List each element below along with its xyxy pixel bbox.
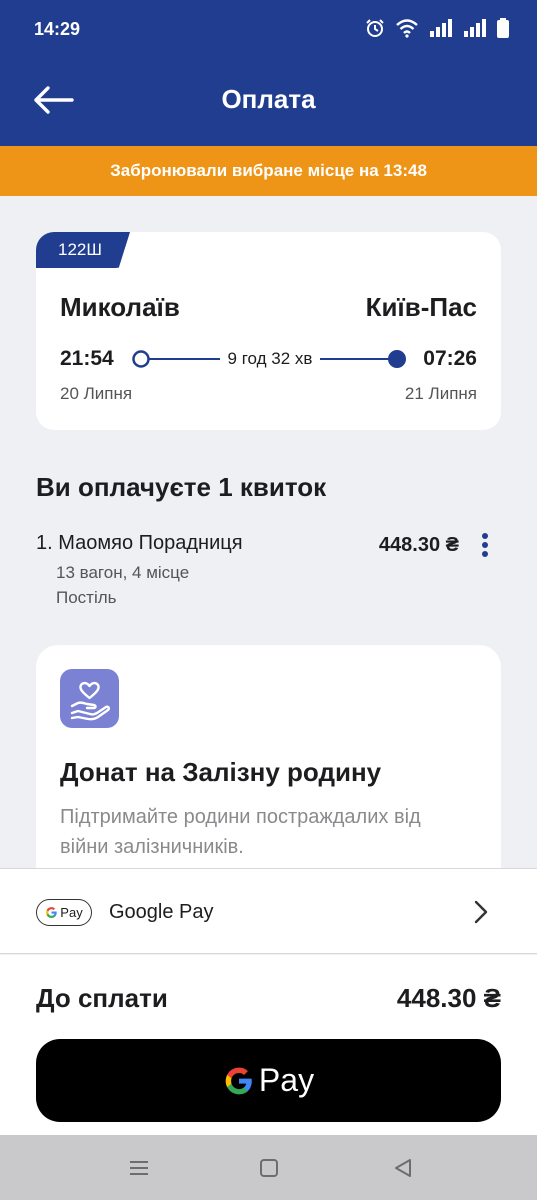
home-button[interactable] (254, 1153, 284, 1183)
triangle-back-icon (395, 1159, 411, 1177)
gpay-badge: Pay (36, 899, 92, 926)
signal-icon-1 (430, 19, 452, 37)
reservation-banner: Забронювали вибране місце на 13:48 (0, 146, 537, 196)
ticket-details: 13 вагон, 4 місце Постіль (56, 560, 189, 610)
chevron-right-icon (474, 900, 488, 924)
train-number-badge: 122Ш (36, 232, 130, 268)
status-icons (365, 18, 509, 38)
ticket-item: 1. Маомяо Порадниця 13 вагон, 4 місце По… (36, 532, 501, 612)
seat-info: 13 вагон, 4 місце (56, 563, 190, 582)
donate-description: Підтримайте родини постраждалих від війн… (60, 806, 421, 858)
departure-date: 20 Липня (60, 384, 133, 403)
menu-icon (130, 1161, 148, 1175)
arrival-city: Київ-Пас (365, 292, 477, 322)
app-bar: Оплата (0, 60, 537, 146)
trip-duration: 9 год 32 хв (132, 349, 408, 369)
alarm-icon (366, 19, 384, 37)
payment-method-label: Google Pay (109, 901, 214, 923)
back-nav-button[interactable] (388, 1153, 418, 1183)
heart-hand-icon (60, 669, 119, 728)
battery-icon (497, 18, 509, 38)
system-nav-bar (0, 1135, 537, 1200)
total-label: До сплати (36, 983, 168, 1013)
trip-card: 122Ш Миколаїв Київ-Пас 9 год 32 хв 21:54… (36, 232, 501, 430)
pay-button-label: Pay (258, 1062, 315, 1098)
google-g-icon (46, 907, 57, 918)
donate-card[interactable]: Донат на Залізну родину Підтримайте роди… (36, 645, 501, 905)
arrival-time: 07:26 (423, 347, 477, 370)
status-bar: 14:29 (0, 0, 537, 60)
recent-apps-button[interactable] (124, 1153, 154, 1183)
page-title: Оплата (221, 84, 316, 114)
donate-title: Донат на Залізну родину (60, 757, 382, 787)
departure-city: Миколаїв (60, 292, 180, 322)
departure-time: 21:54 (60, 347, 114, 370)
bedding-info: Постіль (56, 588, 117, 607)
google-g-icon (225, 1067, 252, 1094)
total-value: 448.30 ₴ (396, 983, 501, 1013)
gpay-badge-text: Pay (60, 905, 83, 920)
total-area: До сплати 448.30 ₴ Pay (0, 955, 537, 1135)
more-vertical-icon (482, 533, 488, 557)
trip-duration-text: 9 год 32 хв (219, 349, 321, 368)
ticket-menu-button[interactable] (477, 532, 493, 560)
status-time: 14:29 (34, 19, 81, 39)
payment-method-row[interactable]: Pay Google Pay (0, 868, 537, 954)
tickets-title: Ви оплачуєте 1 квиток (36, 472, 327, 502)
arrival-date: 21 Липня (404, 384, 477, 403)
square-icon (260, 1159, 278, 1177)
ticket-price: 448.30 ₴ (378, 534, 459, 556)
signal-icon-2 (464, 19, 486, 37)
passenger-name: 1. Маомяо Порадниця (36, 532, 243, 554)
google-pay-button[interactable]: Pay (36, 1039, 501, 1122)
wifi-icon (396, 19, 418, 38)
